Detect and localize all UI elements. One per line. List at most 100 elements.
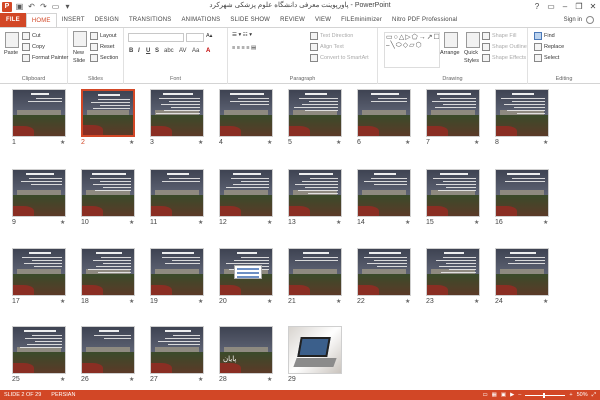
slide-thumbnail[interactable] (288, 326, 342, 374)
slide-thumbnail[interactable] (495, 169, 549, 217)
tab-nitro-pdf[interactable]: Nitro PDF Professional (387, 13, 462, 27)
slide-thumbnail[interactable] (81, 89, 135, 137)
slide-thumbnail[interactable] (288, 169, 342, 217)
slide-thumbnail[interactable] (357, 169, 411, 217)
transition-star-icon[interactable]: ★ (474, 298, 479, 305)
slide-thumbnail[interactable] (12, 89, 66, 137)
shape-outline-button[interactable]: Shape Outline (482, 43, 527, 51)
bold-button[interactable]: B (129, 48, 133, 54)
slide-thumbnail[interactable]: پایان (219, 326, 273, 374)
align-icons[interactable]: ≡ ≡ ≡ ≡ ▤ (232, 45, 256, 51)
strikethrough-button[interactable]: S (155, 48, 159, 54)
character-spacing-button[interactable]: AV (179, 48, 187, 54)
tab-view[interactable]: VIEW (310, 13, 336, 27)
shape-fill-button[interactable]: Shape Fill (482, 32, 516, 40)
arrange-button[interactable]: Arrange (440, 50, 460, 56)
transition-star-icon[interactable]: ★ (336, 219, 341, 226)
slide-thumbnail[interactable] (219, 169, 273, 217)
transition-star-icon[interactable]: ★ (198, 139, 203, 146)
transition-star-icon[interactable]: ★ (543, 219, 548, 226)
tab-transitions[interactable]: TRANSITIONS (124, 13, 177, 27)
tab-review[interactable]: REVIEW (275, 13, 310, 27)
transition-star-icon[interactable]: ★ (474, 139, 479, 146)
slide-thumbnail[interactable] (150, 248, 204, 296)
new-slide-button-line2[interactable]: Slide (73, 58, 85, 64)
replace-button[interactable]: Replace (534, 43, 564, 51)
find-button[interactable]: Find (534, 32, 555, 40)
slide-thumbnail[interactable] (426, 248, 480, 296)
shape-effects-button[interactable]: Shape Effects (482, 54, 526, 62)
transition-star-icon[interactable]: ★ (543, 139, 548, 146)
slide-thumbnail[interactable] (219, 248, 273, 296)
language-status[interactable]: PERSIAN (51, 392, 75, 398)
transition-star-icon[interactable]: ★ (543, 298, 548, 305)
slideshow-view-icon[interactable]: ▶ (510, 392, 514, 398)
slide-thumbnail[interactable] (150, 169, 204, 217)
align-text-button[interactable]: Align Text (310, 43, 344, 51)
tab-fileminimizer[interactable]: FILEminimizer (336, 13, 387, 27)
tab-design[interactable]: DESIGN (90, 13, 124, 27)
font-color-button[interactable]: A (206, 48, 210, 54)
convert-smartart-button[interactable]: Convert to SmartArt (310, 54, 369, 62)
transition-star-icon[interactable]: ★ (267, 219, 272, 226)
transition-star-icon[interactable]: ★ (129, 376, 134, 383)
slide-thumbnail[interactable] (495, 248, 549, 296)
transition-star-icon[interactable]: ★ (267, 298, 272, 305)
underline-button[interactable]: U (146, 48, 150, 54)
zoom-out-icon[interactable]: – (518, 392, 521, 398)
slide-thumbnail[interactable] (81, 169, 135, 217)
slide-sorter-view-icon[interactable]: ▦ (492, 392, 497, 398)
slide-thumbnail[interactable] (12, 248, 66, 296)
quick-styles-icon[interactable] (466, 32, 480, 48)
zoom-level[interactable]: 50% (577, 392, 588, 398)
paste-button[interactable]: Paste (4, 50, 18, 56)
transition-star-icon[interactable]: ★ (474, 219, 479, 226)
transition-star-icon[interactable]: ★ (267, 376, 272, 383)
text-shadow-button[interactable]: abc (164, 48, 174, 54)
transition-star-icon[interactable]: ★ (336, 139, 341, 146)
redo-icon[interactable]: ↷ (39, 2, 48, 11)
text-direction-button[interactable]: Text Direction (310, 32, 353, 40)
copy-button[interactable]: Copy (22, 43, 45, 51)
format-painter-button[interactable]: Format Painter (22, 54, 68, 62)
select-button[interactable]: Select (534, 54, 559, 62)
slide-thumbnail[interactable] (357, 248, 411, 296)
reset-button[interactable]: Reset (90, 43, 114, 51)
change-case-button[interactable]: Aa (192, 48, 199, 54)
transition-star-icon[interactable]: ★ (198, 298, 203, 305)
transition-star-icon[interactable]: ★ (405, 139, 410, 146)
transition-star-icon[interactable]: ★ (129, 139, 134, 146)
start-slideshow-icon[interactable]: ▭ (51, 2, 60, 11)
tab-file[interactable]: FILE (0, 13, 26, 27)
signin-link[interactable]: Sign in (564, 17, 582, 23)
save-icon[interactable]: ▣ (15, 2, 24, 11)
slide-thumbnail[interactable] (357, 89, 411, 137)
transition-star-icon[interactable]: ★ (198, 219, 203, 226)
slide-thumbnail[interactable] (288, 248, 342, 296)
transition-star-icon[interactable]: ★ (405, 219, 410, 226)
bullets-icon[interactable]: ☰ ▾ ☷ ▾ (232, 32, 252, 38)
zoom-slider-thumb[interactable] (543, 392, 546, 398)
slide-thumbnail[interactable] (150, 326, 204, 374)
section-button[interactable]: Section (90, 54, 118, 62)
transition-star-icon[interactable]: ★ (129, 219, 134, 226)
italic-button[interactable]: I (138, 48, 140, 54)
tab-insert[interactable]: INSERT (57, 13, 90, 27)
slide-thumbnail[interactable] (150, 89, 204, 137)
new-slide-icon[interactable] (73, 31, 87, 47)
fit-to-window-icon[interactable]: ⤢ (592, 392, 596, 399)
tab-animations[interactable]: ANIMATIONS (176, 13, 225, 27)
transition-star-icon[interactable]: ★ (129, 298, 134, 305)
tab-home[interactable]: HOME (25, 13, 57, 27)
font-size-field[interactable] (186, 33, 204, 42)
tab-slide-show[interactable]: SLIDE SHOW (225, 13, 275, 27)
transition-star-icon[interactable]: ★ (198, 376, 203, 383)
font-name-field[interactable] (128, 33, 184, 42)
paste-icon[interactable] (5, 32, 19, 48)
slide-thumbnail[interactable] (495, 89, 549, 137)
transition-star-icon[interactable]: ★ (60, 298, 65, 305)
arrange-icon[interactable] (444, 32, 458, 48)
cut-button[interactable]: Cut (22, 32, 41, 40)
slide-thumbnail[interactable] (81, 248, 135, 296)
transition-star-icon[interactable]: ★ (60, 219, 65, 226)
